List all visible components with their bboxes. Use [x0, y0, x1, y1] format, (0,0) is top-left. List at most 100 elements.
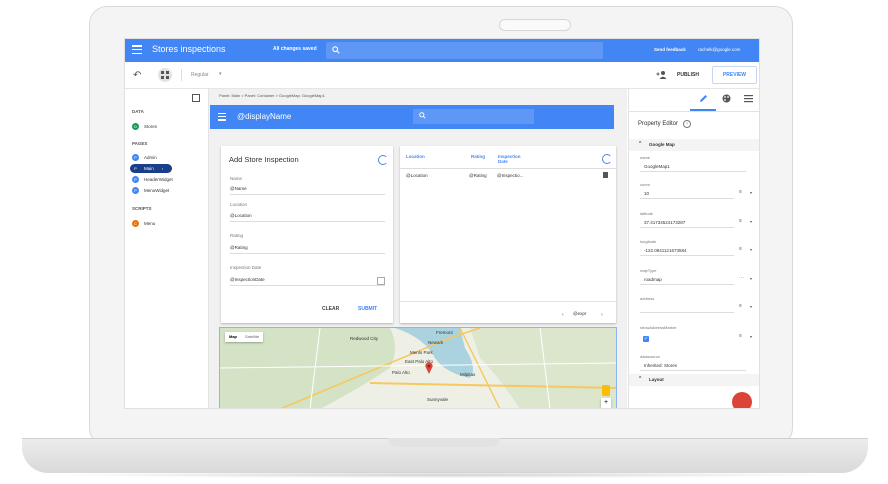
- rating-field[interactable]: @Rating: [230, 245, 248, 250]
- edit-icon[interactable]: [699, 94, 708, 103]
- location-field[interactable]: @Location: [230, 213, 252, 218]
- app-screen: Stores inspections All changes saved Sen…: [124, 38, 760, 409]
- menu-icon[interactable]: [132, 45, 142, 55]
- name-field[interactable]: @Name: [230, 186, 247, 191]
- chevron-down-icon[interactable]: ▾: [219, 71, 222, 77]
- binding-icon[interactable]: ≡: [739, 189, 742, 195]
- google-map[interactable]: Map Satellite Fremont Newark Menlo Park …: [219, 327, 617, 408]
- calendar-icon[interactable]: [377, 277, 385, 285]
- sidebar-item-main[interactable]: P Main ›: [130, 164, 172, 173]
- prop-longitude-input[interactable]: -122.0841121673584: [640, 245, 734, 256]
- chevron-down-icon[interactable]: ▾: [750, 334, 752, 339]
- search-icon: [419, 112, 426, 119]
- column-header-inspection-date[interactable]: Inspection Date: [498, 154, 528, 164]
- prop-address-input[interactable]: [640, 302, 734, 313]
- publish-button[interactable]: PUBLISH: [677, 72, 699, 78]
- layout-section[interactable]: ^ Layout: [629, 374, 759, 386]
- sidebar-item-label: Stores: [144, 124, 158, 129]
- submit-button[interactable]: SUBMIT: [358, 306, 377, 312]
- column-header-rating[interactable]: Rating: [471, 154, 485, 159]
- delete-icon[interactable]: [603, 172, 608, 178]
- chevron-down-icon[interactable]: ▾: [750, 219, 752, 224]
- sidebar-item-stores[interactable]: D Stores: [132, 122, 157, 131]
- app-bar: Stores inspections All changes saved Sen…: [125, 39, 759, 62]
- page-icon: P: [132, 187, 139, 194]
- map-label: Redwood City: [350, 336, 379, 341]
- prop-zoom-input[interactable]: 10: [640, 188, 734, 199]
- prop-label-zoom: zoom: [640, 182, 650, 187]
- search-input[interactable]: [326, 42, 603, 59]
- palette-icon[interactable]: [722, 94, 731, 103]
- binding-icon[interactable]: ≡: [739, 218, 742, 224]
- app-title: Stores inspections: [152, 44, 226, 54]
- sidebar: DATA D Stores PAGES P Admin P Main › P H…: [125, 89, 209, 408]
- theme-select[interactable]: Regular: [191, 72, 209, 78]
- next-page-icon[interactable]: ›: [601, 312, 603, 318]
- cell-rating: @Rating: [469, 173, 487, 178]
- toolbar: ↶ Regular ▾ PUBLISH PREVIEW: [125, 62, 759, 89]
- preview-button[interactable]: PREVIEW: [712, 66, 757, 84]
- chevron-down-icon[interactable]: ▾: [750, 190, 752, 195]
- page-indicator: @expr: [573, 311, 587, 316]
- map-marker-icon[interactable]: [425, 362, 433, 374]
- chevron-down-icon[interactable]: ▾: [750, 247, 752, 252]
- user-email[interactable]: rachelk@google.com: [698, 47, 740, 52]
- column-header-location[interactable]: Location: [406, 154, 425, 159]
- widgets-grid-icon[interactable]: [158, 68, 172, 82]
- loading-spinner-icon: [378, 155, 388, 165]
- sidebar-item-menuwidget[interactable]: P MenuWidget: [132, 186, 169, 195]
- cell-inspection-date: @Inspectio...: [497, 173, 524, 178]
- prop-name-input[interactable]: GoogleMap1: [640, 161, 746, 172]
- add-fab-button[interactable]: [732, 392, 752, 408]
- inspection-date-field[interactable]: @InspectionDate: [230, 277, 265, 282]
- binding-icon[interactable]: ≡: [739, 303, 742, 309]
- help-icon[interactable]: ?: [683, 120, 691, 128]
- binding-icon[interactable]: ≡: [739, 246, 742, 252]
- page-icon: P: [132, 165, 139, 172]
- prop-label-latitude: latitude: [640, 211, 653, 216]
- chevron-down-icon[interactable]: ▾: [750, 304, 752, 309]
- page-search-input[interactable]: [413, 109, 534, 124]
- sidebar-item-admin[interactable]: P Admin: [132, 153, 157, 162]
- chevron-down-icon[interactable]: ▾: [750, 276, 752, 281]
- prop-label-datasource: datasource: [640, 354, 660, 359]
- menu-icon[interactable]: [218, 113, 226, 121]
- prev-page-icon[interactable]: ‹: [562, 312, 564, 318]
- chevron-up-icon: ^: [639, 141, 642, 147]
- field-underline: [230, 221, 385, 222]
- map-label: Newark: [428, 340, 444, 345]
- laptop-shadow: [40, 472, 850, 478]
- map-type-control: Map Satellite: [225, 332, 264, 342]
- collapse-panel-icon[interactable]: [192, 94, 200, 102]
- undo-icon[interactable]: ↶: [133, 70, 141, 81]
- section-title: Layout: [649, 377, 664, 382]
- map-label: Menlo Park: [410, 350, 433, 355]
- add-person-icon[interactable]: [656, 70, 667, 79]
- send-feedback-link[interactable]: Send feedback: [654, 47, 686, 52]
- street-view-icon[interactable]: [602, 385, 610, 396]
- sidebar-item-menu-script[interactable]: C Menu: [132, 219, 155, 228]
- header-divider: [400, 168, 616, 169]
- sidebar-item-label: Admin: [144, 155, 157, 160]
- prop-datasource-select[interactable]: Inherited: Stores: [640, 360, 746, 371]
- map-label: Fremont: [436, 330, 453, 335]
- zoom-in-button[interactable]: +: [601, 398, 611, 408]
- binding-icon[interactable]: ≡: [739, 333, 742, 339]
- form-title: Add Store Inspection: [229, 155, 299, 164]
- breadcrumb[interactable]: Panel: Main > Panel: Container > GoogleM…: [219, 93, 325, 98]
- more-icon[interactable]: ⋯: [739, 275, 744, 281]
- list-icon[interactable]: [744, 94, 753, 103]
- map-type-map-button[interactable]: Map: [225, 332, 241, 342]
- google-map-section[interactable]: ^ Google Map: [629, 139, 759, 151]
- field-underline: [230, 285, 385, 286]
- show-address-marker-checkbox[interactable]: ✓: [643, 336, 649, 342]
- sidebar-item-headerwidget[interactable]: P HeaderWidget: [132, 175, 173, 184]
- prop-maptype-select[interactable]: roadmap: [640, 274, 734, 285]
- property-editor-title: Property Editor: [638, 121, 679, 127]
- clear-button[interactable]: CLEAR: [322, 306, 339, 312]
- inspections-table: Location Rating Inspection Date @Locatio…: [400, 146, 616, 323]
- map-type-satellite-button[interactable]: Satellite: [241, 332, 263, 342]
- field-underline: [230, 194, 385, 195]
- page-icon: P: [132, 176, 139, 183]
- prop-latitude-input[interactable]: 37.41734524173287: [640, 217, 734, 228]
